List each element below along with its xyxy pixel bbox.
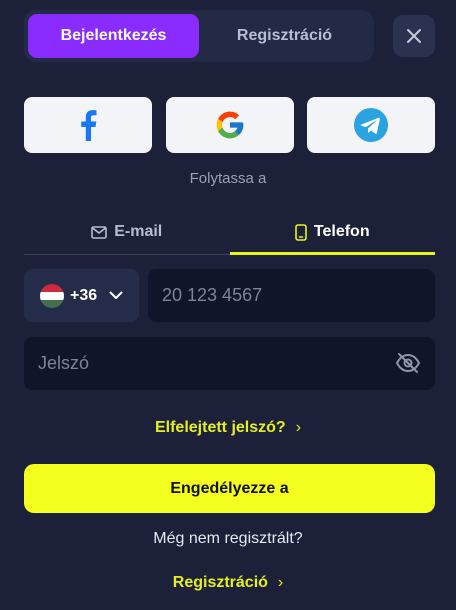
phone-input[interactable]: 20 123 4567 [148,269,435,322]
country-code-select[interactable]: +36 [24,269,139,322]
telegram-login-button[interactable] [307,97,435,153]
register-link[interactable]: Regisztráció › [0,574,456,592]
tab-email-label: E-mail [114,223,163,240]
close-button[interactable] [393,15,435,57]
tab-register[interactable]: Regisztráció [199,14,370,58]
close-icon [407,29,421,43]
auth-tabs: Bejelentkezés Regisztráció [24,10,374,62]
telegram-icon [354,108,388,142]
social-login-row [24,97,435,153]
google-icon [216,111,243,139]
chevron-down-icon [109,291,123,299]
tab-email[interactable]: E-mail [24,210,230,254]
forgot-password-link[interactable]: Elfelejtett jelszó? › [0,419,456,437]
facebook-icon [81,110,97,141]
dial-code: +36 [70,286,98,304]
mail-icon [91,225,108,239]
submit-button[interactable]: Engedélyezze a [24,464,435,513]
eye-off-icon[interactable] [395,351,421,375]
forgot-password-label: Elfelejtett jelszó? [154,419,286,436]
tab-login[interactable]: Bejelentkezés [28,14,199,58]
phone-icon [295,223,307,241]
password-input[interactable]: Jelszó [24,337,435,390]
no-account-text: Még nem regisztrált? [153,530,303,547]
continue-with-text: Folytassa a [189,170,267,187]
login-method-tabs: E-mail Telefon [24,210,435,255]
facebook-login-button[interactable] [24,97,152,153]
google-login-button[interactable] [165,97,294,153]
tab-phone[interactable]: Telefon [229,210,436,255]
password-placeholder: Jelszó [38,353,90,373]
tab-phone-label: Telefon [313,223,370,240]
hungary-flag-icon [40,283,64,308]
register-link-label: Regisztráció [172,574,268,591]
chevron-right-icon: › [295,419,302,436]
chevron-right-icon: › [277,574,284,591]
